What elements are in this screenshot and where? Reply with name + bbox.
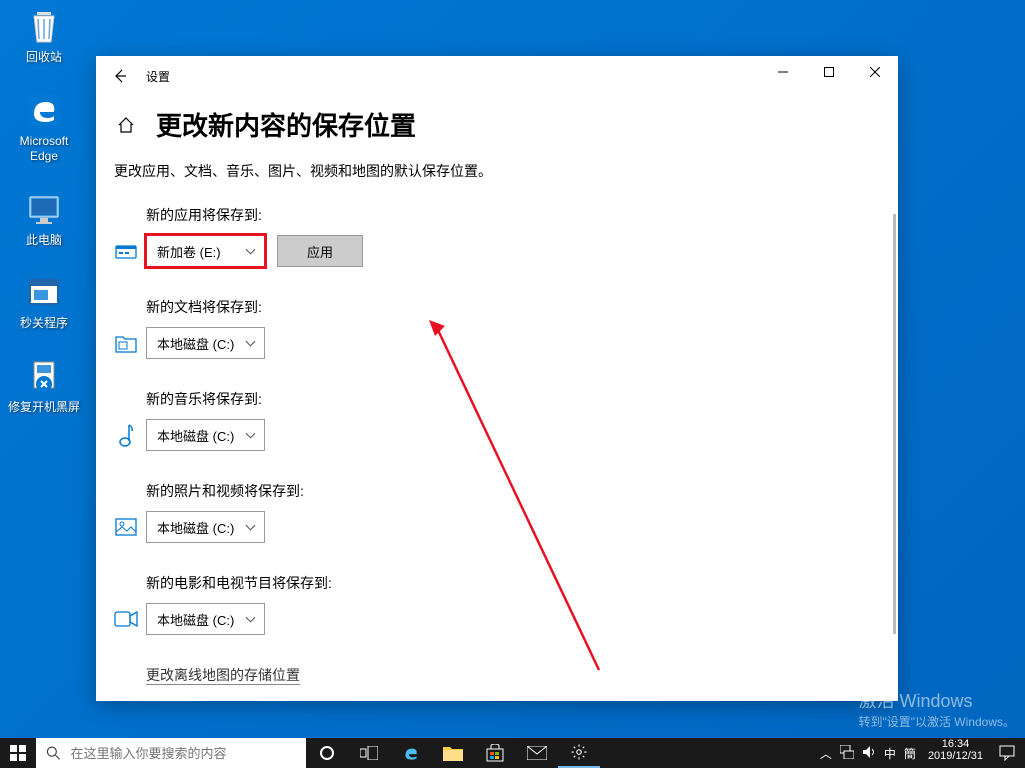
maximize-button[interactable] xyxy=(806,56,852,88)
back-button[interactable] xyxy=(104,60,136,92)
title-bar: 设置 xyxy=(96,56,898,96)
chevron-down-icon xyxy=(246,245,256,255)
notification-button[interactable] xyxy=(989,738,1025,768)
save-location-group: 新的音乐将保存到: 本地磁盘 (C:) xyxy=(146,389,866,451)
desktop-icon-fixblack[interactable]: 修复开机黑屏 xyxy=(8,354,80,416)
taskbar-edge[interactable] xyxy=(390,738,432,768)
page-subtitle: 更改应用、文档、音乐、图片、视频和地图的默认保存位置。 xyxy=(114,161,866,181)
home-button[interactable] xyxy=(114,113,138,137)
chevron-down-icon xyxy=(246,521,256,531)
repair-icon xyxy=(22,354,66,398)
docs-icon xyxy=(114,333,138,353)
edge-icon xyxy=(22,88,66,132)
apps-icon xyxy=(114,242,138,260)
page-title: 更改新内容的保存位置 xyxy=(156,106,416,143)
task-view-button[interactable] xyxy=(348,738,390,768)
settings-window: 设置 更改新内容的保存位置 更改应用、文档、音乐、图片、视频和地图的默认保存位置… xyxy=(96,56,898,701)
tray-network-icon[interactable] xyxy=(840,745,854,762)
chevron-down-icon xyxy=(246,429,256,439)
group-label: 新的照片和视频将保存到: xyxy=(146,481,866,501)
drive-select[interactable]: 本地磁盘 (C:) xyxy=(146,603,265,635)
taskbar-search[interactable] xyxy=(36,738,306,768)
taskbar-mail[interactable] xyxy=(516,738,558,768)
search-icon xyxy=(46,745,60,761)
minimize-button[interactable] xyxy=(760,56,806,88)
group-label: 新的音乐将保存到: xyxy=(146,389,866,409)
tray-volume-icon[interactable] xyxy=(862,745,876,762)
chevron-down-icon xyxy=(246,613,256,623)
drive-select[interactable]: 本地磁盘 (C:) xyxy=(146,511,265,543)
desktop-icon-edge[interactable]: Microsoft Edge xyxy=(8,88,80,165)
save-location-group: 新的照片和视频将保存到: 本地磁盘 (C:) xyxy=(146,481,866,543)
offline-maps-link[interactable]: 更改离线地图的存储位置 xyxy=(146,665,866,685)
taskbar-clock[interactable]: 16:34 2019/12/31 xyxy=(922,738,989,768)
window-icon xyxy=(22,270,66,314)
chevron-down-icon xyxy=(246,337,256,347)
group-label: 新的电影和电视节目将保存到: xyxy=(146,573,866,593)
taskbar: ︿ 中 簡 16:34 2019/12/31 xyxy=(0,738,1025,768)
computer-icon xyxy=(22,187,66,231)
taskbar-settings[interactable] xyxy=(558,738,600,768)
search-input[interactable] xyxy=(70,746,296,761)
desktop-icon-pc[interactable]: 此电脑 xyxy=(8,187,80,249)
scrollbar-thumb[interactable] xyxy=(893,214,896,634)
photos-icon xyxy=(114,518,138,536)
save-location-group: 新的文档将保存到: 本地磁盘 (C:) xyxy=(146,297,866,359)
desktop-icon-recycle[interactable]: 回收站 xyxy=(8,4,80,66)
taskbar-explorer[interactable] xyxy=(432,738,474,768)
drive-select[interactable]: 新加卷 (E:) xyxy=(146,235,265,267)
close-button[interactable] xyxy=(852,56,898,88)
desktop-icon-secclose[interactable]: 秒关程序 xyxy=(8,270,80,332)
video-icon xyxy=(114,611,138,627)
tray-ime2[interactable]: 簡 xyxy=(904,745,916,762)
drive-select[interactable]: 本地磁盘 (C:) xyxy=(146,327,265,359)
drive-select[interactable]: 本地磁盘 (C:) xyxy=(146,419,265,451)
window-title: 设置 xyxy=(146,68,170,85)
group-label: 新的应用将保存到: xyxy=(146,205,866,225)
save-location-group: 新的电影和电视节目将保存到: 本地磁盘 (C:) xyxy=(146,573,866,635)
system-tray: ︿ 中 簡 xyxy=(814,738,922,768)
start-button[interactable] xyxy=(0,738,36,768)
music-icon xyxy=(114,423,138,447)
cortana-button[interactable] xyxy=(306,738,348,768)
window-content: 更改新内容的保存位置 更改应用、文档、音乐、图片、视频和地图的默认保存位置。 新… xyxy=(96,96,898,701)
tray-chevron-icon[interactable]: ︿ xyxy=(820,745,832,762)
recycle-bin-icon xyxy=(22,4,66,48)
activation-watermark: 激活 Windows 转到"设置"以激活 Windows。 xyxy=(858,687,1015,730)
taskbar-store[interactable] xyxy=(474,738,516,768)
group-label: 新的文档将保存到: xyxy=(146,297,866,317)
apply-button[interactable]: 应用 xyxy=(277,235,363,267)
tray-ime1[interactable]: 中 xyxy=(884,745,896,762)
save-location-group: 新的应用将保存到: 新加卷 (E:) 应用 xyxy=(146,205,866,267)
